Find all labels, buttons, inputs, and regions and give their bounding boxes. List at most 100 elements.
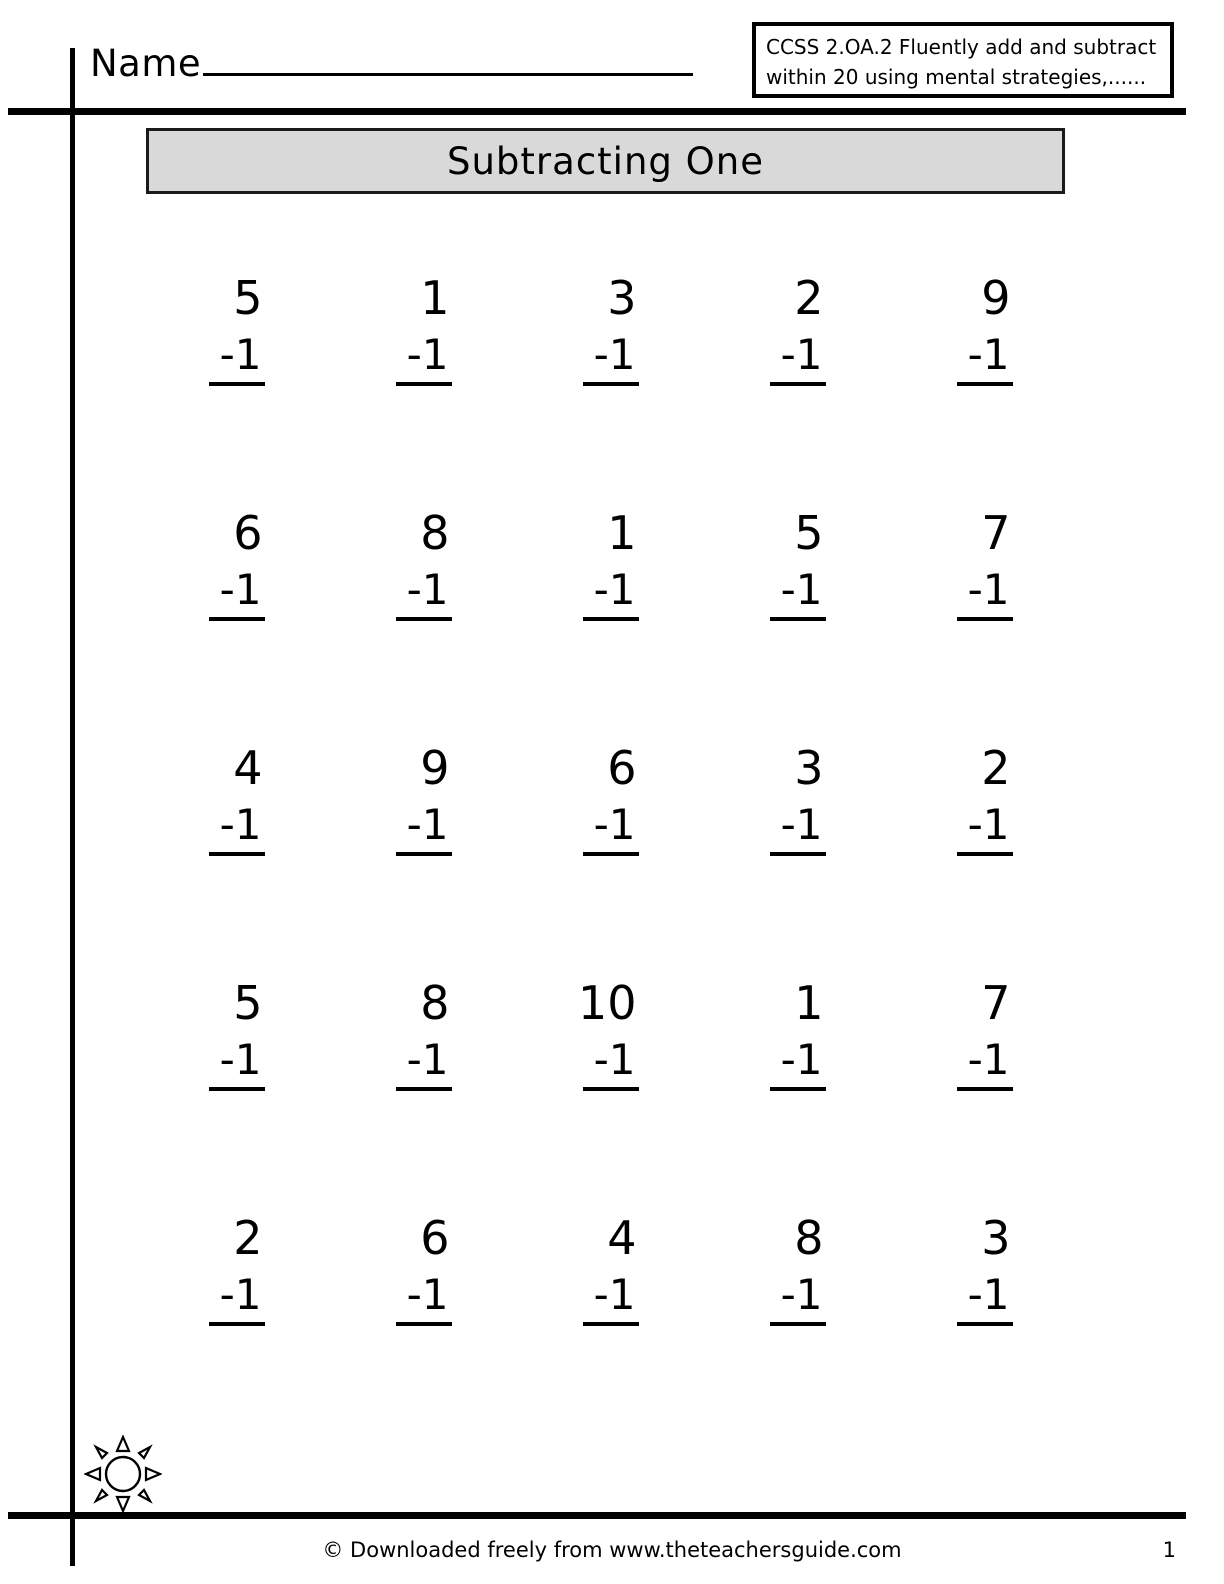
subtrahend: -1 [582,565,639,621]
subtrahend: -1 [395,1035,452,1091]
minuend: 6 [420,1211,450,1265]
subtrahend: -1 [582,1035,639,1091]
problem-cell[interactable]: 3 -1 [701,742,888,977]
problem-cell[interactable]: 4 -1 [140,742,327,977]
problem-cell[interactable]: 3 -1 [888,1212,1075,1447]
problem-stack: 5 -1 [764,507,826,621]
subtrahend: -1 [956,565,1013,621]
problem-stack: 3 -1 [764,742,826,856]
problem-cell[interactable]: 1 -1 [701,977,888,1212]
problem-stack: 3 -1 [577,272,639,386]
minuend: 8 [420,506,450,560]
page-title: Subtracting One [447,139,764,183]
problem-cell[interactable]: 6 -1 [140,507,327,742]
problem-row: 6 -1 8 -1 1 -1 5 -1 7 -1 [140,507,1075,742]
minuend: 1 [420,271,450,325]
minuend: 9 [981,271,1011,325]
problem-row: 5 -1 8 -1 10 -1 1 -1 7 -1 [140,977,1075,1212]
problem-cell[interactable]: 8 -1 [327,977,514,1212]
problem-cell[interactable]: 8 -1 [701,1212,888,1447]
problem-stack: 1 -1 [390,272,452,386]
subtrahend: -1 [395,800,452,856]
problem-stack: 8 -1 [390,507,452,621]
minuend: 6 [233,506,263,560]
minuend: 7 [981,976,1011,1030]
minuend: 1 [607,506,637,560]
problem-cell[interactable]: 7 -1 [888,977,1075,1212]
problem-stack: 2 -1 [951,742,1013,856]
subtrahend: -1 [769,800,826,856]
problem-cell[interactable]: 9 -1 [888,272,1075,507]
problem-row: 2 -1 6 -1 4 -1 8 -1 3 -1 [140,1212,1075,1447]
problem-cell[interactable]: 8 -1 [327,507,514,742]
problem-cell[interactable]: 4 -1 [514,1212,701,1447]
problem-stack: 6 -1 [203,507,265,621]
problem-cell[interactable]: 3 -1 [514,272,701,507]
subtrahend: -1 [582,1270,639,1326]
minuend: 10 [577,976,637,1030]
minuend: 4 [607,1211,637,1265]
minuend: 3 [794,741,824,795]
subtrahend: -1 [582,330,639,386]
problem-stack: 7 -1 [951,507,1013,621]
problem-cell[interactable]: 2 -1 [140,1212,327,1447]
subtrahend: -1 [769,330,826,386]
problem-row: 5 -1 1 -1 3 -1 2 -1 9 -1 [140,272,1075,507]
problem-stack: 8 -1 [390,977,452,1091]
problem-stack: 6 -1 [577,742,639,856]
name-field[interactable]: Name [90,42,694,85]
left-margin-line [70,48,75,1566]
ccss-standard-box: CCSS 2.OA.2 Fluently add and subtract wi… [752,22,1174,98]
subtrahend: -1 [208,1035,265,1091]
ccss-line-1: CCSS 2.OA.2 Fluently add and subtract [766,35,1157,59]
problem-stack: 4 -1 [577,1212,639,1326]
problem-cell[interactable]: 10 -1 [514,977,701,1212]
problem-stack: 5 -1 [203,977,265,1091]
problem-cell[interactable]: 1 -1 [514,507,701,742]
header-divider-rule [8,108,1186,115]
sun-icon [84,1435,162,1513]
minuend: 5 [794,506,824,560]
problem-cell[interactable]: 5 -1 [701,507,888,742]
minuend: 9 [420,741,450,795]
minuend: 3 [981,1211,1011,1265]
subtrahend: -1 [395,565,452,621]
subtrahend: -1 [956,800,1013,856]
problem-stack: 8 -1 [764,1212,826,1326]
subtrahend: -1 [769,565,826,621]
problem-stack: 9 -1 [951,272,1013,386]
problem-cell[interactable]: 2 -1 [701,272,888,507]
footer-credit: © Downloaded freely from www.theteachers… [322,1538,902,1562]
problem-stack: 3 -1 [951,1212,1013,1326]
subtrahend: -1 [395,1270,452,1326]
name-input[interactable] [203,43,694,76]
problem-cell[interactable]: 9 -1 [327,742,514,977]
problem-stack: 6 -1 [390,1212,452,1326]
minuend: 7 [981,506,1011,560]
problem-cell[interactable]: 2 -1 [888,742,1075,977]
name-label: Name [90,42,202,85]
problem-cell[interactable]: 7 -1 [888,507,1075,742]
problem-grid: 5 -1 1 -1 3 -1 2 -1 9 -1 6 -1 8 -1 1 -1 … [140,272,1075,1447]
problem-cell[interactable]: 1 -1 [327,272,514,507]
problem-cell[interactable]: 6 -1 [327,1212,514,1447]
problem-row: 4 -1 9 -1 6 -1 3 -1 2 -1 [140,742,1075,977]
minuend: 2 [794,271,824,325]
minuend: 8 [420,976,450,1030]
worksheet-title-banner: Subtracting One [146,128,1065,194]
problem-stack: 1 -1 [577,507,639,621]
problem-cell[interactable]: 5 -1 [140,272,327,507]
problem-stack: 7 -1 [951,977,1013,1091]
subtrahend: -1 [956,1270,1013,1326]
minuend: 3 [607,271,637,325]
subtrahend: -1 [582,800,639,856]
page-number: 1 [1162,1538,1176,1562]
problem-cell[interactable]: 6 -1 [514,742,701,977]
problem-cell[interactable]: 5 -1 [140,977,327,1212]
subtrahend: -1 [956,330,1013,386]
minuend: 2 [981,741,1011,795]
minuend: 6 [607,741,637,795]
problem-stack: 2 -1 [203,1212,265,1326]
minuend: 8 [794,1211,824,1265]
subtrahend: -1 [769,1270,826,1326]
